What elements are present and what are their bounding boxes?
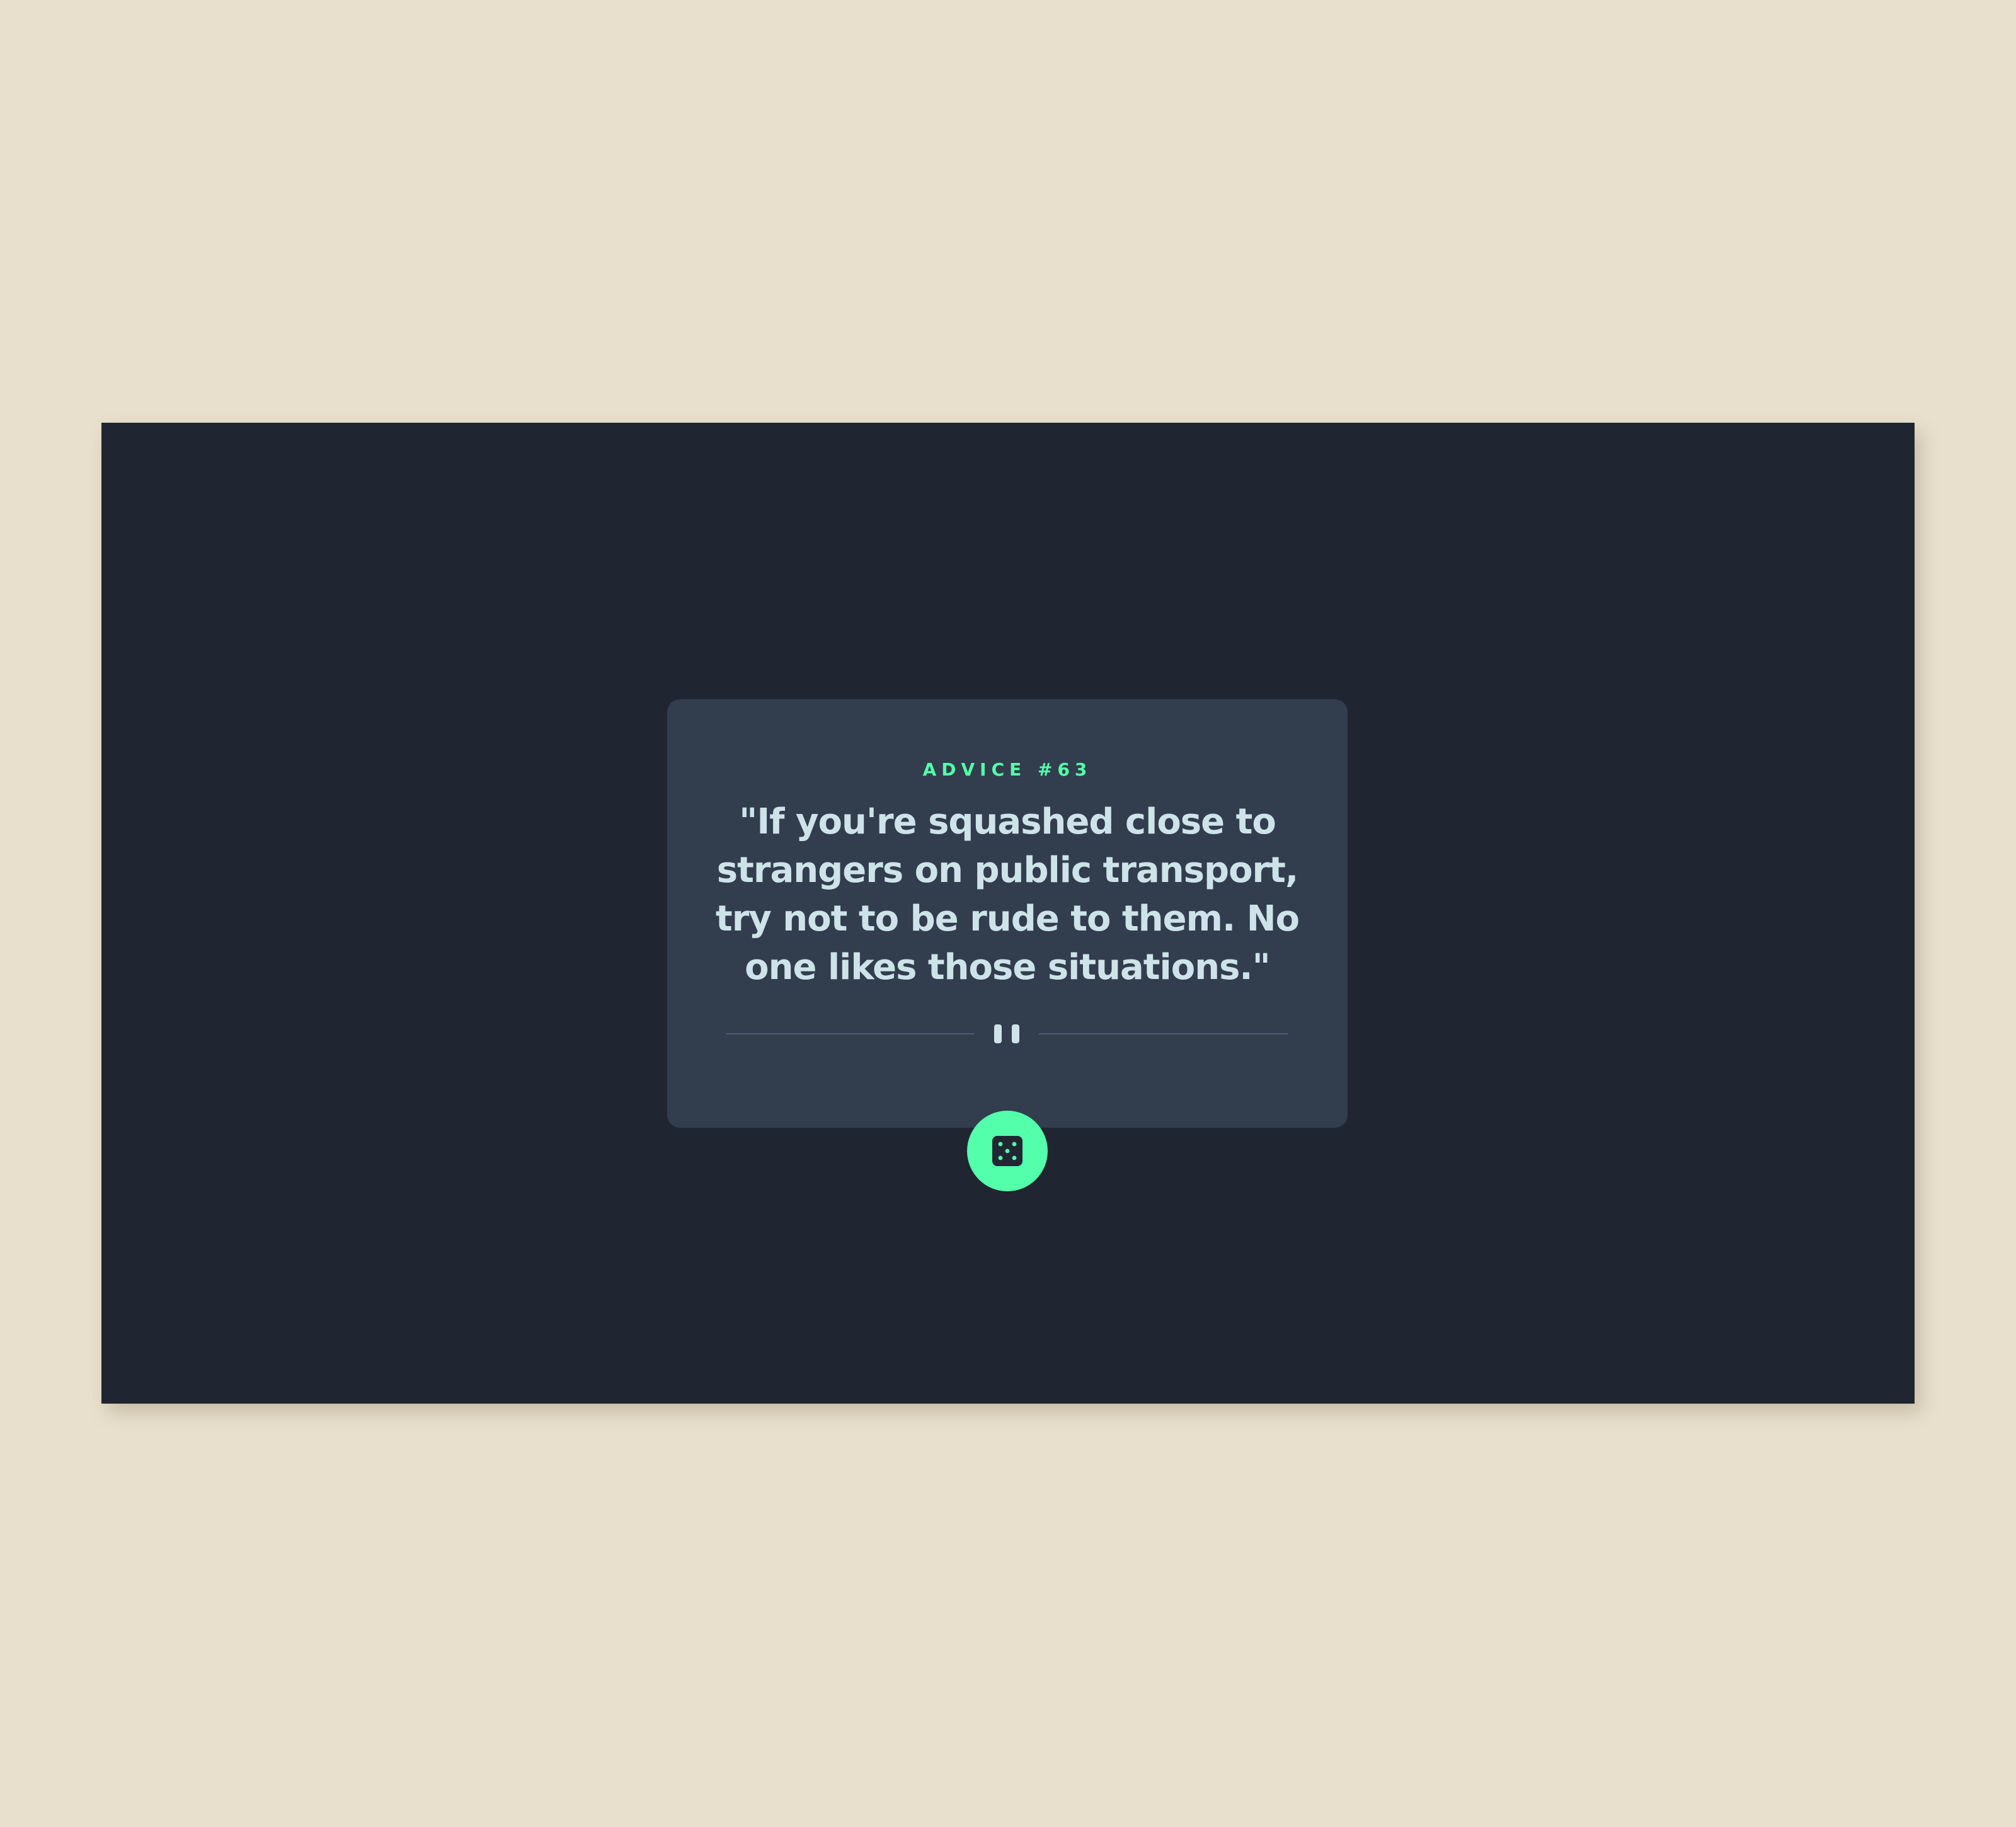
pattern-divider: [726, 1024, 1288, 1043]
pause-icon: [993, 1024, 1022, 1043]
divider-line-right: [1039, 1033, 1288, 1034]
pause-bar-left: [994, 1024, 1002, 1043]
new-advice-button[interactable]: [967, 1111, 1048, 1191]
app-screen: ADVICE #63 "If you're squashed close to …: [101, 423, 1915, 1404]
dice-icon: [992, 1136, 1022, 1166]
advice-quote: "If you're squashed close to strangers o…: [715, 801, 1300, 988]
advice-card: ADVICE #63 "If you're squashed close to …: [667, 699, 1348, 1128]
pause-bar-right: [1012, 1024, 1019, 1043]
divider-line-left: [726, 1033, 975, 1034]
advice-number-label: ADVICE #63: [922, 759, 1092, 780]
